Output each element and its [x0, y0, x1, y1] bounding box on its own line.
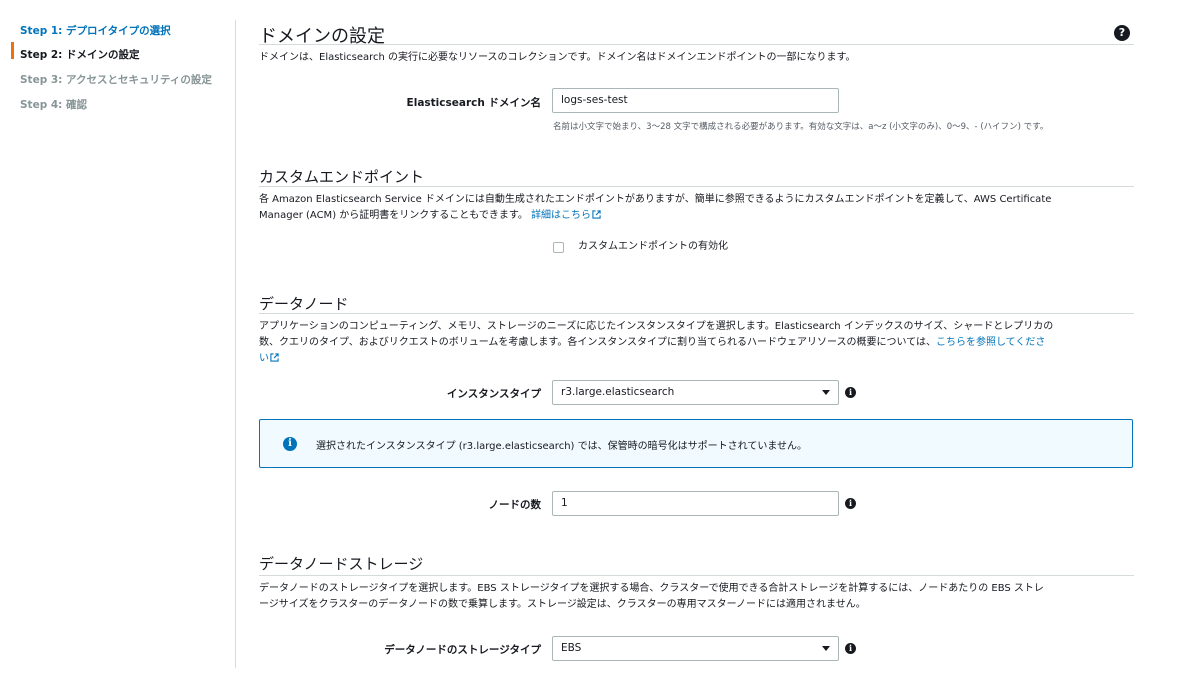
step-2-current: Step 2: ドメインの設定 — [20, 49, 140, 61]
domain-name-input[interactable]: logs-ses-test — [552, 88, 839, 113]
storage-description-line-1: データノードのストレージタイプを選択します。EBS ストレージタイプを選択する場… — [259, 583, 1044, 594]
data-node-description-line-2: 数、クエリのタイプ、およびリクエストのボリュームを考慮します。各インスタンスタイ… — [259, 337, 936, 348]
domain-name-label: Elasticsearch ドメイン名 — [406, 97, 541, 109]
wizard-sidebar: Step 1: デプロイタイプの選択 Step 2: ドメインの設定 Step … — [0, 0, 235, 693]
section-divider — [259, 575, 1134, 576]
step-1-link[interactable]: Step 1: デプロイタイプの選択 — [20, 23, 171, 38]
data-node-description-line-2-row: 数、クエリのタイプ、およびリクエストのボリュームを考慮します。各インスタンスタイ… — [259, 335, 1134, 351]
instance-type-select[interactable]: r3.large.elasticsearch — [552, 380, 839, 405]
info-circle-icon: i — [283, 437, 297, 451]
instance-type-info-icon[interactable]: i — [845, 387, 856, 398]
node-count-info-icon[interactable]: i — [845, 498, 856, 509]
section-divider — [259, 44, 1134, 45]
custom-endpoint-description-line-1: 各 Amazon Elasticsearch Service ドメインには自動生… — [259, 194, 1052, 205]
instance-types-link-part-2[interactable]: い — [259, 353, 269, 364]
domain-name-hint: 名前は小文字で始まり、3〜28 文字で構成される必要があります。有効な文字は、a… — [553, 122, 1049, 132]
alert-message: 選択されたインスタンスタイプ (r3.large.elasticsearch) … — [316, 441, 808, 452]
data-node-heading: データノード — [259, 295, 349, 313]
storage-heading: データノードストレージ — [259, 555, 424, 573]
data-node-description: アプリケーションのコンピューティング、メモリ、ストレージのニーズに応じたインスタ… — [259, 319, 1134, 367]
learn-more-link[interactable]: 詳細はこちら — [531, 210, 591, 221]
instance-type-value: r3.large.elasticsearch — [561, 386, 675, 398]
chevron-down-icon — [822, 646, 830, 651]
external-link-icon — [592, 210, 601, 219]
active-step-indicator — [11, 42, 14, 59]
storage-description: データノードのストレージタイプを選択します。EBS ストレージタイプを選択する場… — [259, 581, 1134, 613]
section-divider — [259, 313, 1134, 314]
data-node-description-line-3-row: い — [259, 351, 1134, 367]
storage-type-select[interactable]: EBS — [552, 636, 839, 661]
storage-type-label: データノードのストレージタイプ — [384, 644, 541, 656]
storage-type-value: EBS — [561, 642, 582, 654]
sidebar-divider — [235, 20, 236, 668]
enable-custom-endpoint-label[interactable]: カスタムエンドポイントの有効化 — [578, 239, 728, 255]
custom-endpoint-description-line-2-row: Manager (ACM) から証明書をリンクすることもできます。 詳細はこちら — [259, 208, 1134, 224]
external-link-icon — [270, 353, 279, 362]
storage-type-info-icon[interactable]: i — [845, 643, 856, 654]
encryption-alert: i 選択されたインスタンスタイプ (r3.large.elasticsearch… — [259, 419, 1133, 468]
main-content: ドメインの設定 ? ドメインは、Elasticsearch の実行に必要なリソー… — [259, 0, 1134, 693]
step-3-disabled: Step 3: アクセスとセキュリティの設定 — [20, 74, 212, 86]
custom-endpoint-description: 各 Amazon Elasticsearch Service ドメインには自動生… — [259, 192, 1134, 224]
node-count-label: ノードの数 — [488, 499, 542, 511]
step-4-disabled: Step 4: 確認 — [20, 99, 88, 111]
storage-description-line-2: ージサイズをクラスターのデータノードの数で乗算します。ストレージ設定は、クラスタ… — [259, 599, 866, 610]
instance-types-link-part-1[interactable]: こちらを参照してくださ — [936, 337, 1045, 348]
custom-endpoint-description-line-2: Manager (ACM) から証明書をリンクすることもできます。 — [259, 210, 528, 221]
help-icon[interactable]: ? — [1114, 25, 1130, 41]
instance-type-label: インスタンスタイプ — [446, 388, 541, 400]
node-count-input[interactable]: 1 — [552, 491, 839, 516]
chevron-down-icon — [822, 390, 830, 395]
custom-endpoint-heading: カスタムエンドポイント — [259, 168, 425, 186]
data-node-description-line-1: アプリケーションのコンピューティング、メモリ、ストレージのニーズに応じたインスタ… — [259, 321, 1054, 332]
enable-custom-endpoint-checkbox[interactable] — [553, 242, 564, 253]
section-divider — [259, 186, 1134, 187]
domain-description: ドメインは、Elasticsearch の実行に必要なリソースのコレクションです… — [259, 52, 856, 63]
